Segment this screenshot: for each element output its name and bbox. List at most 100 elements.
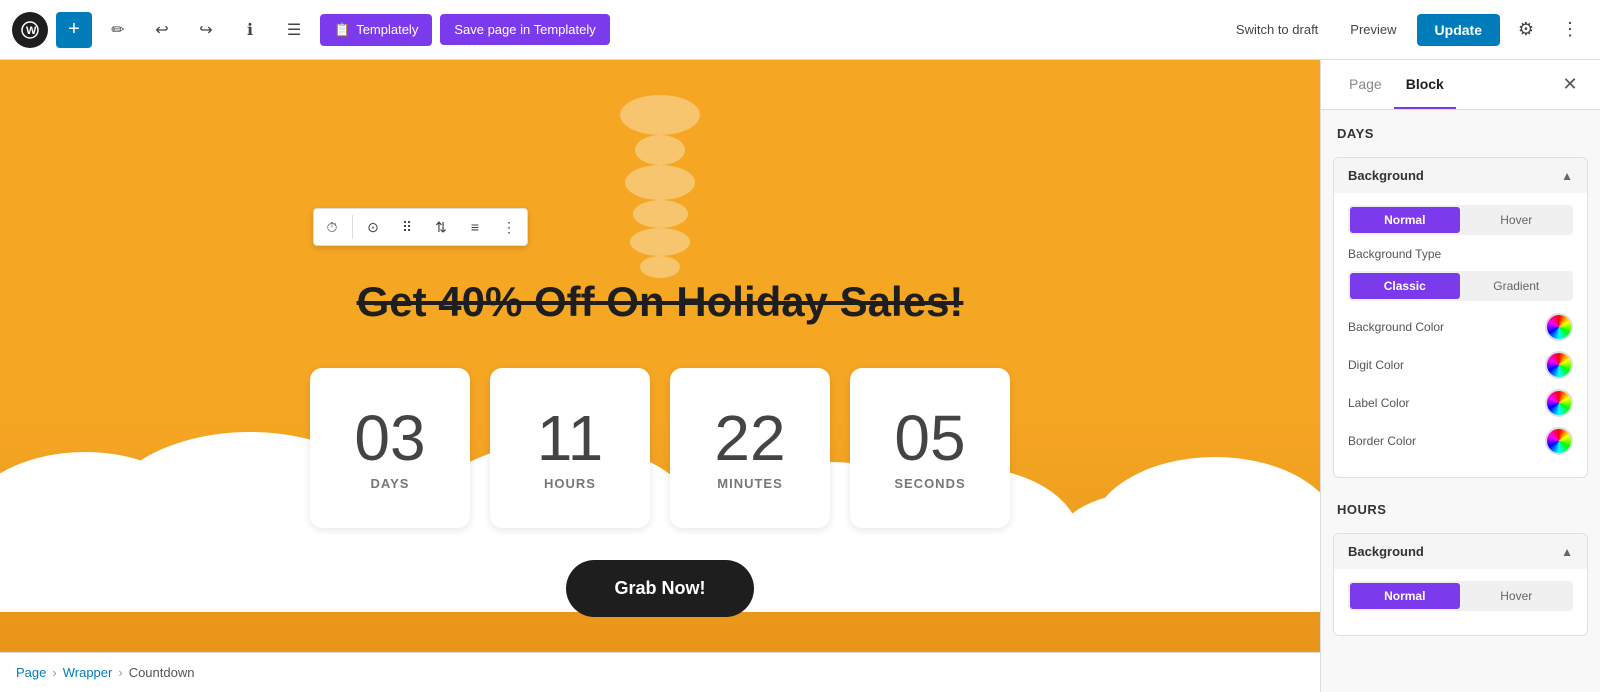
background-color-swatch[interactable] <box>1545 313 1573 341</box>
redo-icon: ↪ <box>199 20 212 40</box>
breadcrumb-page[interactable]: Page <box>16 665 46 680</box>
breadcrumb: Page › Wrapper › Countdown <box>0 652 1320 692</box>
days-value: 03 <box>354 406 425 470</box>
background-color-row: Background Color <box>1348 313 1573 341</box>
hours-background-header[interactable]: Background ▲ <box>1334 534 1587 569</box>
background-type-label: Background Type <box>1348 247 1441 261</box>
normal-hover-toggle: Normal Hover <box>1348 205 1573 235</box>
templately-button[interactable]: 📋 Templately <box>320 14 432 46</box>
block-toolbar: ⏱ ⊙ ⠿ ⇅ ≡ ⋮ <box>313 208 528 246</box>
align-icon: ≡ <box>471 219 479 235</box>
breadcrumb-sep1: › <box>52 665 56 680</box>
cloud-decoration <box>635 135 685 165</box>
days-background-section: Background ▲ Normal Hover Background Typ… <box>1333 157 1588 478</box>
editor-canvas: ⏱ ⊙ ⠿ ⇅ ≡ ⋮ <box>0 60 1320 652</box>
block-align-button[interactable]: ≡ <box>459 211 491 243</box>
tab-block[interactable]: Block <box>1394 60 1456 109</box>
cta-button[interactable]: Grab Now! <box>566 560 753 617</box>
border-color-row: Border Color <box>1348 427 1573 455</box>
hours-hover-button[interactable]: Hover <box>1462 583 1572 609</box>
svg-text:W: W <box>26 25 37 37</box>
label-color-swatch[interactable] <box>1545 389 1573 417</box>
main-area: ⏱ ⊙ ⠿ ⇅ ≡ ⋮ <box>0 60 1600 692</box>
countdown-container: 03 DAYS 11 HOURS 22 MINUTES 05 SECONDS <box>310 368 1010 528</box>
settings-button[interactable]: ⚙ <box>1508 12 1544 48</box>
close-icon: ✕ <box>1562 74 1577 95</box>
cloud-decoration <box>633 200 688 228</box>
days-label: DAYS <box>371 476 410 491</box>
hours-normal-hover-toggle: Normal Hover <box>1348 581 1573 611</box>
wp-logo: W <box>12 12 48 48</box>
undo-icon: ↩ <box>155 20 168 40</box>
info-icon: ℹ <box>247 20 253 40</box>
countdown-days-box: 03 DAYS <box>310 368 470 528</box>
undo-button[interactable]: ↩ <box>144 12 180 48</box>
cloud-decoration <box>625 165 695 200</box>
more-icon: ⋮ <box>1561 19 1579 40</box>
seconds-value: 05 <box>894 406 965 470</box>
panel-close-button[interactable]: ✕ <box>1556 71 1584 99</box>
days-background-header[interactable]: Background ▲ <box>1334 158 1587 193</box>
more-options-button[interactable]: ⋮ <box>1552 12 1588 48</box>
block-move-button[interactable]: ⇅ <box>425 211 457 243</box>
hours-value: 11 <box>537 406 603 470</box>
list-view-button[interactable]: ☰ <box>276 12 312 48</box>
countdown-hours-box: 11 HOURS <box>490 368 650 528</box>
templately-icon: 📋 <box>334 22 350 38</box>
switch-draft-button[interactable]: Switch to draft <box>1224 14 1330 45</box>
page-title: Get 40% Off On Holiday Sales! <box>357 278 964 326</box>
normal-button[interactable]: Normal <box>1350 207 1460 233</box>
border-color-swatch[interactable] <box>1545 427 1573 455</box>
hours-section-title: HOURS <box>1321 486 1600 525</box>
preview-button[interactable]: Preview <box>1338 14 1408 45</box>
panel-header: Page Block ✕ <box>1321 60 1600 110</box>
gradient-button[interactable]: Gradient <box>1462 273 1572 299</box>
hours-background-body: Normal Hover <box>1334 569 1587 635</box>
drag-icon: ⠿ <box>402 219 412 236</box>
cloud-decoration <box>620 95 700 135</box>
countdown-seconds-box: 05 SECONDS <box>850 368 1010 528</box>
arrows-icon: ⇅ <box>435 219 447 236</box>
countdown-minutes-box: 22 MINUTES <box>670 368 830 528</box>
hover-button[interactable]: Hover <box>1462 207 1572 233</box>
chevron-up-icon: ▲ <box>1561 169 1573 183</box>
block-more-button[interactable]: ⋮ <box>493 211 525 243</box>
breadcrumb-wrapper[interactable]: Wrapper <box>63 665 113 680</box>
label-color-label: Label Color <box>1348 396 1409 410</box>
block-settings-button[interactable]: ⊙ <box>357 211 389 243</box>
digit-color-label: Digit Color <box>1348 358 1404 372</box>
seconds-label: SECONDS <box>894 476 965 491</box>
ellipsis-icon: ⋮ <box>502 219 516 236</box>
add-block-button[interactable]: + <box>56 12 92 48</box>
label-color-row: Label Color <box>1348 389 1573 417</box>
save-templately-button[interactable]: Save page in Templately <box>440 14 609 45</box>
block-type-button[interactable]: ⏱ <box>316 211 348 243</box>
classic-button[interactable]: Classic <box>1350 273 1460 299</box>
days-section-title: DAYS <box>1321 110 1600 149</box>
background-color-label: Background Color <box>1348 320 1444 334</box>
tools-button[interactable]: ✏ <box>100 12 136 48</box>
digit-color-row: Digit Color <box>1348 351 1573 379</box>
border-color-label: Border Color <box>1348 434 1416 448</box>
days-background-body: Normal Hover Background Type Classic Gra… <box>1334 193 1587 477</box>
redo-button[interactable]: ↪ <box>188 12 224 48</box>
tab-page[interactable]: Page <box>1337 60 1394 109</box>
minutes-label: MINUTES <box>717 476 783 491</box>
info-button[interactable]: ℹ <box>232 12 268 48</box>
minutes-value: 22 <box>714 406 785 470</box>
cloud-decoration <box>640 256 680 278</box>
hours-normal-button[interactable]: Normal <box>1350 583 1460 609</box>
pencil-icon: ✏ <box>111 20 124 40</box>
list-icon: ☰ <box>287 20 301 40</box>
chevron-up-icon2: ▲ <box>1561 545 1573 559</box>
cloud-decoration <box>630 228 690 256</box>
update-button[interactable]: Update <box>1417 14 1500 46</box>
toolbar-divider <box>352 215 353 239</box>
top-toolbar: W + ✏ ↩ ↪ ℹ ☰ 📋 Templately Save page in … <box>0 0 1600 60</box>
block-drag-handle[interactable]: ⠿ <box>391 211 423 243</box>
countdown-icon: ⏱ <box>327 219 338 236</box>
digit-color-swatch[interactable] <box>1545 351 1573 379</box>
gear-icon: ⚙ <box>1518 19 1534 40</box>
hours-label: HOURS <box>544 476 596 491</box>
target-icon: ⊙ <box>367 219 379 236</box>
